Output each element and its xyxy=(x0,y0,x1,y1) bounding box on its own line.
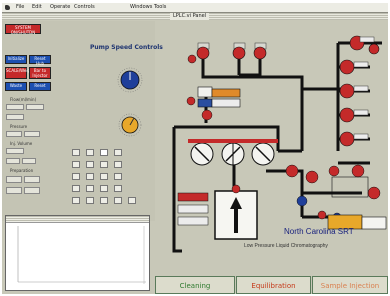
tab-cleaning[interactable]: Cleaning xyxy=(155,276,235,294)
flow-rate-knob[interactable] xyxy=(118,113,142,137)
waste-valves xyxy=(339,35,380,147)
chromatography-column xyxy=(214,184,258,240)
tab-sample-injection[interactable]: Sample Injection xyxy=(312,276,388,294)
rotary-valve-2[interactable] xyxy=(221,142,245,166)
solvent-valves xyxy=(187,42,267,64)
tab-equilibration[interactable]: Equilibration xyxy=(236,276,311,294)
red-line xyxy=(188,139,278,143)
status-indicator-red xyxy=(177,192,209,202)
pump-speed-knob[interactable] xyxy=(117,67,143,93)
rotary-valve-3[interactable] xyxy=(251,142,275,166)
system-subtitle: Low Pressure Liquid Chromatography xyxy=(244,243,328,249)
institution-name: North Carolina SRT xyxy=(284,227,354,236)
status-indicator xyxy=(177,204,209,214)
screen: File Edit Operate Controls Windows Tools… xyxy=(2,3,388,294)
status-indicator xyxy=(177,216,209,226)
selector-valve[interactable] xyxy=(186,86,241,121)
lplc-schematic xyxy=(117,35,387,253)
rotary-valve-1[interactable] xyxy=(190,142,214,166)
